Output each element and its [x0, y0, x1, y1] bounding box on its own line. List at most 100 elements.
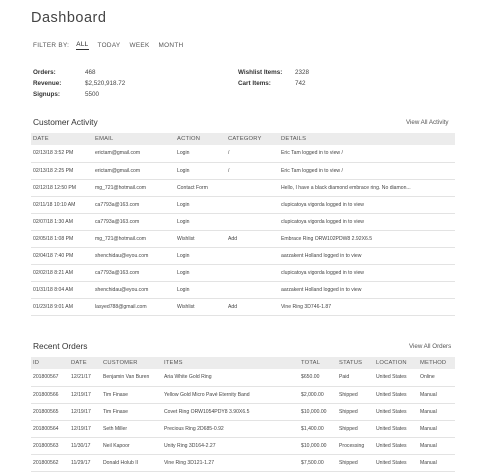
- cell-total: $1,400.00: [299, 420, 337, 438]
- cell-id: 201800566: [31, 386, 69, 404]
- stat-value: 742: [295, 80, 306, 87]
- stat-label: Cart Items:: [238, 80, 271, 87]
- cell-location: United States: [374, 369, 418, 387]
- order-row[interactable]: 201800567 12/21/17 Benjamin Van Buren Aria …: [31, 369, 455, 387]
- cell-date: 02/11/18 10:10 AM: [31, 196, 93, 214]
- cell-customer: Donald Holub II: [101, 454, 162, 472]
- cell-items: Unity Ring 3D164-2.27: [162, 437, 299, 455]
- cell-status: Paid: [337, 369, 374, 387]
- cell-category: /: [226, 162, 279, 180]
- cell-date: 12/21/17: [69, 369, 101, 387]
- col-total: TOTAL: [299, 357, 337, 369]
- cell-status: Processing: [337, 437, 374, 455]
- stat-value: 2328: [295, 69, 310, 76]
- filter-week[interactable]: WEEK: [129, 42, 149, 50]
- orders-section-title: Recent Orders: [33, 341, 88, 351]
- filter-month[interactable]: MONTH: [159, 42, 184, 50]
- cell-total: $10,000.00: [299, 437, 337, 455]
- col-method: METHOD: [418, 357, 455, 369]
- stats-right: Wishlist Items: 2328 Cart Items: 742: [238, 67, 309, 89]
- cell-method: Manual: [418, 386, 455, 404]
- cell-status: Shipped: [337, 386, 374, 404]
- activity-row[interactable]: 02/05/18 1:08 PM mg_721@hotmail.com Wishli…: [31, 230, 455, 248]
- order-row[interactable]: 201800563 11/30/17 Neil Kapoor Unity Ring 3…: [31, 437, 455, 455]
- cell-total: $10,000.00: [299, 403, 337, 421]
- cell-details: Embrace Ring ORW102PDW8 2.92X6.5: [279, 230, 455, 248]
- activity-table: DATE EMAIL ACTION CATEGORY DETAILS 02/13…: [31, 133, 455, 316]
- cell-email: ca7793a@163.com: [93, 264, 175, 282]
- cell-action: Login: [175, 145, 226, 163]
- activity-row[interactable]: 02/13/18 3:52 PM erictam@gmail.com Login / E…: [31, 145, 455, 163]
- activity-row[interactable]: 02/12/18 12:50 PM mg_721@hotmail.com Conta…: [31, 179, 455, 197]
- cell-category: [226, 179, 279, 197]
- cell-items: Covet Ring ORW1054PDY8 3.90X6.5: [162, 403, 299, 421]
- order-row[interactable]: 201800566 12/19/17 Tim Finase Yellow Gold M…: [31, 386, 455, 404]
- cell-date: 11/30/17: [69, 437, 101, 455]
- filter-bar: FILTER BY: ALL TODAY WEEK MONTH: [33, 41, 192, 50]
- cell-id: 201800564: [31, 420, 69, 438]
- cell-method: Manual: [418, 437, 455, 455]
- cell-details: Vine Ring 3D746-1.87: [279, 298, 455, 316]
- cell-location: United States: [374, 437, 418, 455]
- cell-method: Manual: [418, 403, 455, 421]
- activity-header-row: DATE EMAIL ACTION CATEGORY DETAILS: [31, 133, 455, 145]
- cell-date: 12/19/17: [69, 403, 101, 421]
- activity-row[interactable]: 02/07/18 1:30 AM ca7793a@163.com Login clup…: [31, 213, 455, 231]
- cell-details: Hello, I have a black diamond embrace ri…: [279, 179, 455, 197]
- activity-row[interactable]: 01/23/18 9:01 AM lasyed788@gmail.com Wishl…: [31, 298, 455, 316]
- col-date: DATE: [69, 357, 101, 369]
- cell-category: [226, 264, 279, 282]
- cell-details: aarzakent Holland logged in to view: [279, 247, 455, 265]
- cell-action: Login: [175, 213, 226, 231]
- filter-today[interactable]: TODAY: [98, 42, 121, 50]
- cell-category: [226, 213, 279, 231]
- view-all-orders-link[interactable]: View All Orders: [409, 343, 451, 350]
- orders-header-row: ID DATE CUSTOMER ITEMS TOTAL STATUS LOCA…: [31, 357, 455, 369]
- cell-location: United States: [374, 420, 418, 438]
- cell-total: $7,500.00: [299, 454, 337, 472]
- cell-date: 02/12/18 12:50 PM: [31, 179, 93, 197]
- cell-category: /: [226, 145, 279, 163]
- cell-id: 201800563: [31, 437, 69, 455]
- cell-details: Eric Tam logged in to view /: [279, 145, 455, 163]
- stat-cart: Cart Items: 742: [238, 78, 309, 89]
- cell-action: Login: [175, 162, 226, 180]
- activity-row[interactable]: 02/13/18 2:25 PM erictam@gmail.com Login / E…: [31, 162, 455, 180]
- cell-location: United States: [374, 454, 418, 472]
- cell-customer: Neil Kapoor: [101, 437, 162, 455]
- cell-method: Manual: [418, 420, 455, 438]
- col-details: DETAILS: [279, 133, 455, 145]
- order-row[interactable]: 201800562 11/29/17 Donald Holub II Vine Rin…: [31, 454, 455, 472]
- activity-row[interactable]: 02/11/18 10:10 AM ca7793a@163.com Login clu…: [31, 196, 455, 214]
- filter-label: FILTER BY:: [33, 42, 70, 49]
- view-all-activity-link[interactable]: View All Activity: [406, 119, 449, 126]
- cell-category: Add: [226, 230, 279, 248]
- stat-label: Wishlist Items:: [238, 69, 283, 76]
- stat-signups: Signups: 5500: [33, 89, 125, 100]
- stat-label: Revenue:: [33, 80, 62, 87]
- filter-all[interactable]: ALL: [76, 41, 89, 50]
- cell-action: Contact Form: [175, 179, 226, 197]
- stat-label: Orders:: [33, 69, 56, 76]
- cell-action: Login: [175, 281, 226, 299]
- cell-email: ca7793a@163.com: [93, 196, 175, 214]
- cell-action: Login: [175, 196, 226, 214]
- cell-date: 12/19/17: [69, 420, 101, 438]
- cell-status: Shipped: [337, 420, 374, 438]
- order-row[interactable]: 201800564 12/19/17 Seth Miller Precious Rin…: [31, 420, 455, 438]
- activity-section-title: Customer Activity: [33, 117, 98, 127]
- stat-label: Signups:: [33, 91, 60, 98]
- cell-date: 02/04/18 7:40 PM: [31, 247, 93, 265]
- cell-details: Eric Tam logged in to view /: [279, 162, 455, 180]
- activity-row[interactable]: 02/02/18 8:21 AM ca7793a@163.com Login clup…: [31, 264, 455, 282]
- activity-row[interactable]: 01/31/18 8:04 AM shenchidau@eyou.com Login…: [31, 281, 455, 299]
- cell-customer: Seth Miller: [101, 420, 162, 438]
- order-row[interactable]: 201800565 12/19/17 Tim Finase Covet Ring OR…: [31, 403, 455, 421]
- cell-date: 02/13/18 2:25 PM: [31, 162, 93, 180]
- cell-email: shenchidau@eyou.com: [93, 281, 175, 299]
- cell-items: Aria White Gold Ring: [162, 369, 299, 387]
- col-email: EMAIL: [93, 133, 175, 145]
- cell-category: [226, 281, 279, 299]
- cell-category: [226, 196, 279, 214]
- activity-row[interactable]: 02/04/18 7:40 PM shenchidau@eyou.com Login…: [31, 247, 455, 265]
